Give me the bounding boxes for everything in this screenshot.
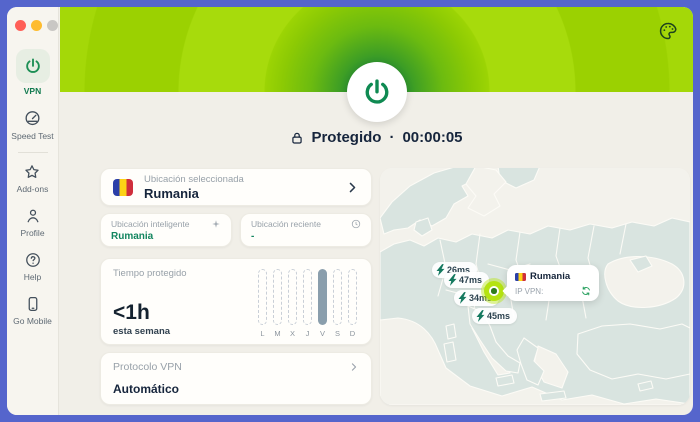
sparkle-icon [211, 219, 221, 229]
help-icon [24, 251, 42, 269]
protected-time-card: Tiempo protegido <1h esta semana L M X [100, 258, 372, 345]
smart-location-value: Rumania [111, 231, 221, 242]
sidebar-nav: VPN Speed Test [7, 49, 58, 326]
sidebar: VPN Speed Test [7, 7, 59, 415]
chart-bar-active [318, 269, 327, 325]
ping-badge: 47ms [444, 272, 489, 288]
sidebar-item-label: Add-ons [17, 184, 49, 194]
bolt-icon [448, 274, 457, 286]
chart-day-labels: L M X J V S D [258, 329, 357, 338]
chart-bar [288, 269, 297, 325]
speedometer-icon [23, 109, 42, 128]
day-label: J [303, 329, 312, 338]
day-label: M [273, 329, 282, 338]
protected-time-value: <1h [113, 301, 150, 325]
profile-icon [24, 207, 42, 225]
sidebar-item-go-mobile[interactable]: Go Mobile [13, 295, 52, 326]
protected-time-subtitle: esta semana [113, 326, 170, 337]
europe-map[interactable]: 26ms 47ms 34ms 45ms [380, 168, 690, 405]
recent-location-card[interactable]: Ubicación reciente - [240, 213, 372, 247]
sidebar-divider [18, 152, 48, 153]
chart-bars [258, 269, 357, 325]
romania-flag-icon [515, 273, 526, 281]
connected-location-marker[interactable] [484, 281, 504, 301]
vpn-protocol-label: Protocolo VPN [113, 361, 182, 373]
power-icon [24, 57, 42, 75]
zoom-button[interactable] [47, 20, 58, 31]
smart-location-label: Ubicación inteligente [111, 219, 189, 229]
location-tooltip: Rumania IP VPN: [507, 265, 599, 301]
chart-bar [273, 269, 282, 325]
protected-time-label: Tiempo protegido [113, 268, 187, 279]
chevron-right-icon [346, 181, 359, 194]
sidebar-item-help[interactable]: Help [24, 251, 42, 282]
chart-bar [348, 269, 357, 325]
bolt-icon [436, 264, 445, 276]
sidebar-item-label: Speed Test [11, 131, 53, 141]
recent-location-label: Ubicación reciente [251, 219, 321, 229]
chart-bar [303, 269, 312, 325]
status-separator: · [389, 129, 394, 146]
vpn-protocol-card[interactable]: Protocolo VPN Automático [100, 352, 372, 405]
phone-icon [24, 295, 42, 313]
recent-location-value: - [251, 231, 361, 242]
romania-flag-icon [113, 179, 133, 196]
day-label: S [333, 329, 342, 338]
active-item-highlight [16, 49, 50, 83]
smart-location-card[interactable]: Ubicación inteligente Rumania [100, 213, 232, 247]
vpn-protocol-value: Automático [113, 382, 359, 396]
selected-location-card[interactable]: Ubicación seleccionada Rumania [100, 168, 372, 206]
connection-status: Protegido · 00:00:05 [60, 129, 693, 146]
chevron-right-icon [349, 362, 359, 372]
ping-badge: 45ms [472, 308, 517, 324]
sidebar-item-label: Go Mobile [13, 316, 52, 326]
chart-bar [333, 269, 342, 325]
day-label: X [288, 329, 297, 338]
clock-icon [351, 219, 361, 229]
lock-icon [290, 131, 304, 145]
day-label: L [258, 329, 267, 338]
vpn-power-button[interactable] [347, 62, 407, 122]
sidebar-item-label: Help [24, 272, 41, 282]
selected-location-label: Ubicación seleccionada [144, 174, 244, 185]
power-icon [362, 77, 392, 107]
palette-icon[interactable] [658, 21, 678, 41]
chart-bar [258, 269, 267, 325]
ping-value: 45ms [487, 311, 510, 321]
refresh-icon[interactable] [581, 286, 591, 296]
tooltip-title: Rumania [530, 271, 570, 282]
selected-location-value: Rumania [144, 186, 244, 201]
protected-timer: 00:00:05 [402, 129, 462, 146]
desktop-background: Protegido · 00:00:05 VPN [0, 0, 700, 422]
sidebar-item-label: Profile [20, 228, 44, 238]
app-window: Protegido · 00:00:05 VPN [7, 7, 693, 415]
day-label: D [348, 329, 357, 338]
bolt-icon [458, 292, 467, 304]
tooltip-subtitle: IP VPN: [515, 287, 543, 296]
sidebar-item-label: VPN [24, 86, 41, 96]
traffic-lights [15, 20, 58, 31]
close-button[interactable] [15, 20, 26, 31]
star-icon [23, 163, 41, 181]
ping-value: 47ms [459, 275, 482, 285]
sidebar-item-vpn[interactable]: VPN [16, 49, 50, 96]
sidebar-item-speed-test[interactable]: Speed Test [11, 109, 53, 141]
sidebar-item-add-ons[interactable]: Add-ons [17, 163, 49, 194]
bolt-icon [476, 310, 485, 322]
day-label: V [318, 329, 327, 338]
sidebar-item-profile[interactable]: Profile [20, 207, 44, 238]
weekly-protection-chart: L M X J V S D [258, 269, 357, 338]
status-label: Protegido [311, 129, 381, 146]
minimize-button[interactable] [31, 20, 42, 31]
